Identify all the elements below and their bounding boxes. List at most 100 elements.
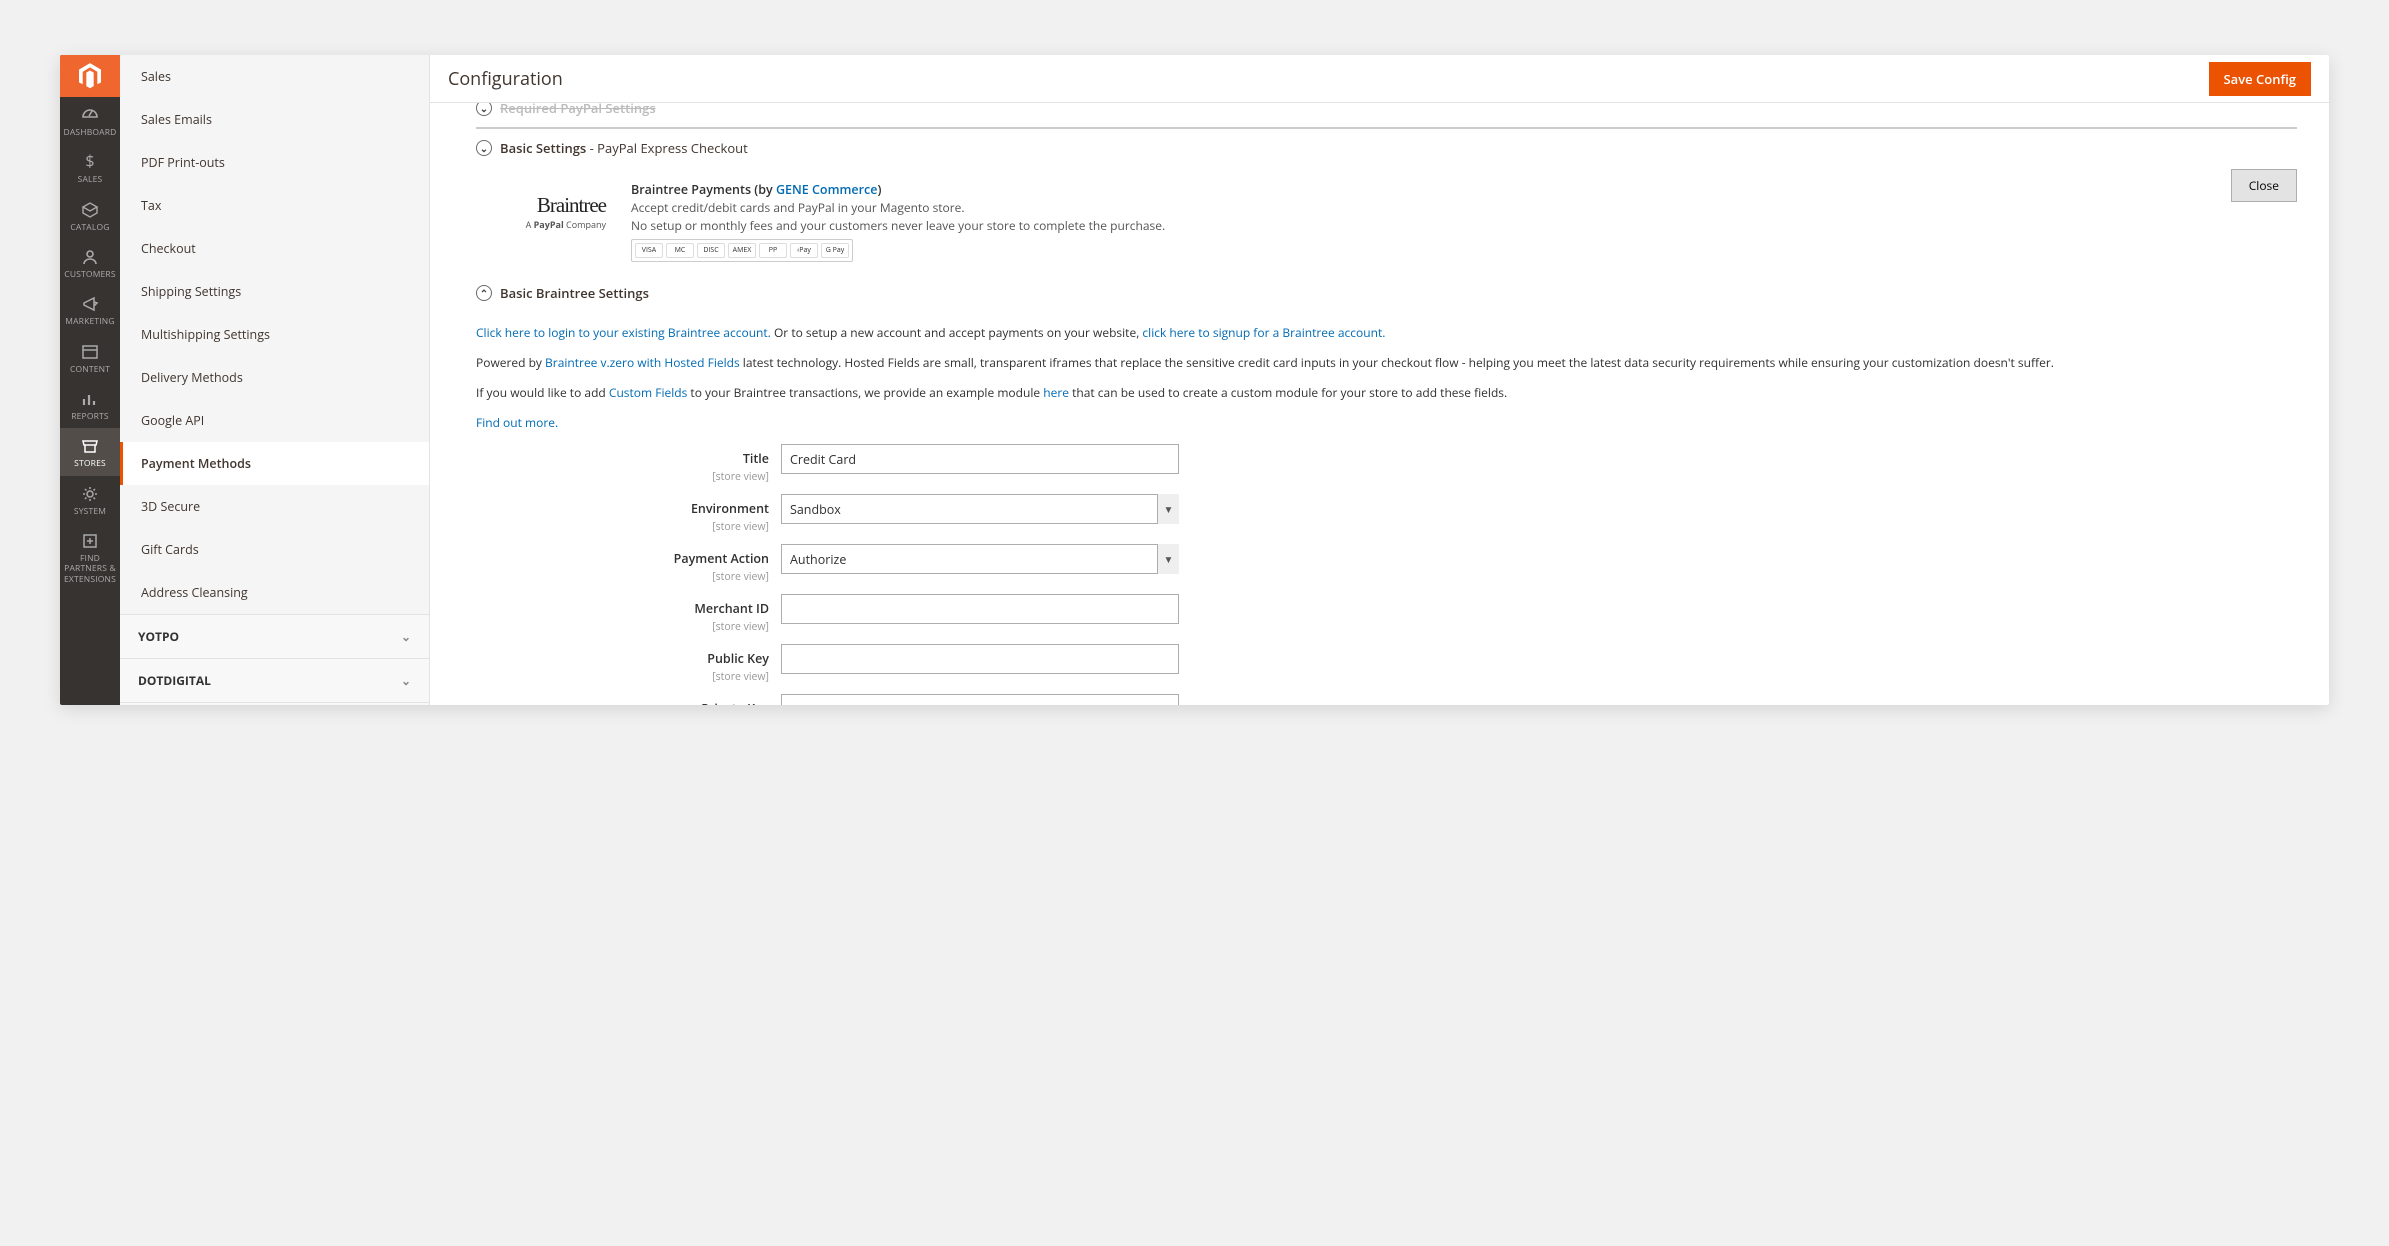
chevron-down-icon: ⌄ [401, 628, 411, 645]
environment-select[interactable]: Sandbox [781, 494, 1179, 524]
nav-item-partners[interactable]: FIND PARTNERS & EXTENSIONS [60, 523, 120, 591]
sidebar-section-services[interactable]: SERVICES⌄ [120, 702, 429, 705]
marketing-icon [81, 295, 99, 313]
card-brand-mc: MC [666, 243, 694, 258]
provider-desc-1: Accept credit/debit cards and PayPal in … [631, 200, 2297, 216]
provider-title: Braintree Payments (by GENE Commerce) [631, 181, 2297, 198]
public-key-input[interactable] [781, 644, 1179, 674]
catalog-icon [81, 201, 99, 219]
row-public-key: Public Key[store view] [476, 644, 2297, 684]
nav-label: SYSTEM [74, 506, 106, 517]
sidebar-item-address-cleansing[interactable]: Address Cleansing [120, 571, 429, 614]
close-button[interactable]: Close [2231, 169, 2297, 202]
section-label: DOTDIGITAL [138, 672, 211, 689]
sidebar-item-payment-methods[interactable]: Payment Methods [120, 442, 429, 485]
help-para-3: If you would like to add Custom Fields t… [476, 384, 2297, 402]
chevron-down-icon: ⌄ [476, 140, 492, 156]
content-scroll[interactable]: ⌄ Required PayPal Settings ⌄ Basic Setti… [430, 103, 2329, 705]
page-title: Configuration [448, 67, 563, 91]
sidebar-item-tax[interactable]: Tax [120, 184, 429, 227]
nav-item-marketing[interactable]: MARKETING [60, 286, 120, 333]
nav-item-dashboard[interactable]: DASHBOARD [60, 97, 120, 144]
content-icon [81, 343, 99, 361]
nav-item-catalog[interactable]: CATALOG [60, 192, 120, 239]
nav-label: FIND PARTNERS & EXTENSIONS [64, 553, 116, 585]
magento-logo[interactable] [60, 55, 120, 97]
label-environment: Environment [476, 500, 769, 517]
save-config-button[interactable]: Save Config [2209, 62, 2311, 96]
label-public-key: Public Key [476, 650, 769, 667]
nav-item-stores[interactable]: STORES [60, 428, 120, 475]
braintree-logo-text: Braintree [476, 193, 606, 218]
reports-icon [81, 390, 99, 408]
nav-item-customers[interactable]: CUSTOMERS [60, 239, 120, 286]
collapsible-basic-braintree[interactable]: ⌃ Basic Braintree Settings [476, 274, 2297, 312]
card-brand-pp: PP [759, 243, 787, 258]
provider-body: Braintree Payments (by GENE Commerce) Ac… [631, 181, 2297, 262]
sidebar-item-checkout[interactable]: Checkout [120, 227, 429, 270]
chevron-down-icon: ⌄ [476, 103, 492, 116]
nav-item-system[interactable]: SYSTEM [60, 476, 120, 523]
card-brand-amex: AMEX [728, 243, 756, 258]
chevron-down-icon: ⌄ [401, 672, 411, 689]
card-brand-visa: VISA [635, 243, 663, 258]
nav-label: CUSTOMERS [64, 269, 115, 280]
sidebar-item-shipping-settings[interactable]: Shipping Settings [120, 270, 429, 313]
merchant-id-input[interactable] [781, 594, 1179, 624]
row-environment: Environment[store view] Sandbox ▼ [476, 494, 2297, 534]
gene-commerce-link[interactable]: GENE Commerce [776, 181, 877, 198]
label-private-key: Private Key [476, 700, 769, 705]
nav-item-sales[interactable]: $ SALES [60, 144, 120, 191]
title-input[interactable] [781, 444, 1179, 474]
example-module-link[interactable]: here [1043, 384, 1069, 401]
stores-icon [81, 437, 99, 455]
nav-label: CATALOG [70, 222, 109, 233]
braintree-logo: Braintree A PayPal Company [476, 181, 606, 231]
find-out-more-link[interactable]: Find out more. [476, 414, 558, 431]
sidebar-item-google-api[interactable]: Google API [120, 399, 429, 442]
svg-text:$: $ [85, 153, 94, 171]
row-private-key: Private Key[store view] [476, 694, 2297, 705]
dashboard-icon [81, 106, 99, 124]
chevron-up-icon: ⌃ [476, 285, 492, 301]
customers-icon [81, 248, 99, 266]
config-sidebar: SalesSales EmailsPDF Print-outsTaxChecko… [120, 55, 430, 705]
sidebar-item-sales-emails[interactable]: Sales Emails [120, 98, 429, 141]
nav-label: REPORTS [71, 411, 109, 422]
topbar: Configuration Save Config [430, 55, 2329, 103]
collapsible-required-paypal[interactable]: ⌄ Required PayPal Settings [476, 103, 2297, 128]
sidebar-item-3d-secure[interactable]: 3D Secure [120, 485, 429, 528]
help-para-2: Powered by Braintree v.zero with Hosted … [476, 354, 2297, 372]
custom-fields-link[interactable]: Custom Fields [609, 384, 687, 401]
sidebar-section-yotpo[interactable]: YOTPO⌄ [120, 614, 429, 658]
sidebar-item-sales[interactable]: Sales [120, 55, 429, 98]
nav-label: SALES [78, 174, 103, 185]
label-payment-action: Payment Action [476, 550, 769, 567]
row-title: Title[store view] [476, 444, 2297, 484]
sidebar-section-dotdigital[interactable]: DOTDIGITAL ⌄ [120, 658, 429, 702]
vzero-link[interactable]: Braintree v.zero with Hosted Fields [545, 354, 740, 371]
label-title: Title [476, 450, 769, 467]
nav-item-content[interactable]: CONTENT [60, 334, 120, 381]
login-link[interactable]: Click here to login to your existing Bra… [476, 324, 771, 341]
braintree-provider-card: Braintree A PayPal Company Braintree Pay… [476, 167, 2297, 270]
nav-label: CONTENT [70, 364, 110, 375]
private-key-input[interactable] [781, 694, 1179, 705]
signup-link[interactable]: click here to signup for a Braintree acc… [1142, 324, 1385, 341]
sales-icon: $ [81, 153, 99, 171]
sidebar-item-pdf-print-outs[interactable]: PDF Print-outs [120, 141, 429, 184]
row-payment-action: Payment Action[store view] Authorize ▼ [476, 544, 2297, 584]
collapsible-basic-settings-paypal[interactable]: ⌄ Basic Settings - PayPal Express Checko… [476, 128, 2297, 167]
help-para-1: Click here to login to your existing Bra… [476, 324, 2297, 342]
admin-nav: DASHBOARD $ SALES CATALOG CUSTOMERS MARKETING… [60, 55, 120, 705]
payment-action-select[interactable]: Authorize [781, 544, 1179, 574]
partners-icon [81, 532, 99, 550]
sidebar-item-multishipping-settings[interactable]: Multishipping Settings [120, 313, 429, 356]
main-area: Configuration Save Config ⌄ Required Pay… [430, 55, 2329, 705]
sidebar-item-gift-cards[interactable]: Gift Cards [120, 528, 429, 571]
cut-heading-label: Required PayPal Settings [500, 103, 656, 117]
label-merchant-id: Merchant ID [476, 600, 769, 617]
basic-braintree-label: Basic Braintree Settings [500, 284, 649, 302]
sidebar-item-delivery-methods[interactable]: Delivery Methods [120, 356, 429, 399]
nav-item-reports[interactable]: REPORTS [60, 381, 120, 428]
